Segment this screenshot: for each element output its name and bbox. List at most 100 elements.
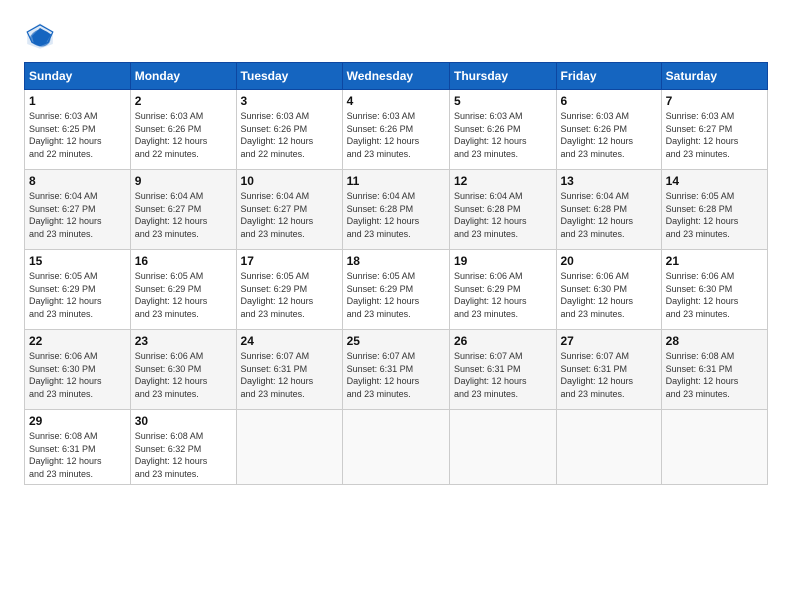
calendar-table: SundayMondayTuesdayWednesdayThursdayFrid… [24,62,768,485]
day-number: 18 [347,254,445,268]
day-number: 4 [347,94,445,108]
day-number: 27 [561,334,657,348]
day-number: 7 [666,94,763,108]
day-info: Sunrise: 6:08 AM Sunset: 6:32 PM Dayligh… [135,430,232,480]
weekday-sunday: Sunday [25,63,131,90]
day-number: 30 [135,414,232,428]
day-number: 17 [241,254,338,268]
calendar-cell [342,410,449,485]
day-info: Sunrise: 6:07 AM Sunset: 6:31 PM Dayligh… [241,350,338,400]
day-number: 14 [666,174,763,188]
calendar-cell: 22 Sunrise: 6:06 AM Sunset: 6:30 PM Dayli… [25,330,131,410]
day-info: Sunrise: 6:07 AM Sunset: 6:31 PM Dayligh… [454,350,552,400]
calendar-cell: 3 Sunrise: 6:03 AM Sunset: 6:26 PM Daylig… [236,90,342,170]
calendar-cell: 23Sunrise: 6:06 AM Sunset: 6:30 PM Dayli… [130,330,236,410]
day-info: Sunrise: 6:03 AM Sunset: 6:26 PM Dayligh… [454,110,552,160]
day-info: Sunrise: 6:06 AM Sunset: 6:30 PM Dayligh… [29,350,126,400]
calendar-cell: 20 Sunrise: 6:06 AM Sunset: 6:30 PM Dayli… [556,250,661,330]
day-number: 13 [561,174,657,188]
day-info: Sunrise: 6:07 AM Sunset: 6:31 PM Dayligh… [561,350,657,400]
day-info: Sunrise: 6:05 AM Sunset: 6:28 PM Dayligh… [666,190,763,240]
day-info: Sunrise: 6:05 AM Sunset: 6:29 PM Dayligh… [241,270,338,320]
day-number: 26 [454,334,552,348]
day-number: 8 [29,174,126,188]
day-number: 11 [347,174,445,188]
day-number: 2 [135,94,232,108]
day-number: 16 [135,254,232,268]
calendar-cell: 11 Sunrise: 6:04 AM Sunset: 6:28 PM Dayli… [342,170,449,250]
day-info: Sunrise: 6:04 AM Sunset: 6:28 PM Dayligh… [347,190,445,240]
day-number: 10 [241,174,338,188]
calendar-cell: 25 Sunrise: 6:07 AM Sunset: 6:31 PM Dayli… [342,330,449,410]
page: SundayMondayTuesdayWednesdayThursdayFrid… [0,0,792,612]
day-info: Sunrise: 6:06 AM Sunset: 6:30 PM Dayligh… [561,270,657,320]
calendar-cell [661,410,767,485]
day-info: Sunrise: 6:07 AM Sunset: 6:31 PM Dayligh… [347,350,445,400]
calendar-cell: 28 Sunrise: 6:08 AM Sunset: 6:31 PM Dayli… [661,330,767,410]
day-info: Sunrise: 6:03 AM Sunset: 6:25 PM Dayligh… [29,110,126,160]
day-number: 29 [29,414,126,428]
calendar-cell: 17 Sunrise: 6:05 AM Sunset: 6:29 PM Dayli… [236,250,342,330]
day-info: Sunrise: 6:03 AM Sunset: 6:26 PM Dayligh… [241,110,338,160]
calendar-cell: 18Sunrise: 6:05 AM Sunset: 6:29 PM Dayli… [342,250,449,330]
weekday-saturday: Saturday [661,63,767,90]
calendar-cell: 8 Sunrise: 6:04 AM Sunset: 6:27 PM Daylig… [25,170,131,250]
day-info: Sunrise: 6:06 AM Sunset: 6:29 PM Dayligh… [454,270,552,320]
calendar-cell: 5 Sunrise: 6:03 AM Sunset: 6:26 PM Daylig… [450,90,557,170]
weekday-friday: Friday [556,63,661,90]
day-number: 6 [561,94,657,108]
weekday-tuesday: Tuesday [236,63,342,90]
weekday-monday: Monday [130,63,236,90]
calendar-cell: 16 Sunrise: 6:05 AM Sunset: 6:29 PM Dayli… [130,250,236,330]
day-info: Sunrise: 6:04 AM Sunset: 6:28 PM Dayligh… [561,190,657,240]
day-info: Sunrise: 6:04 AM Sunset: 6:27 PM Dayligh… [29,190,126,240]
calendar-cell [236,410,342,485]
calendar-cell: 26 Sunrise: 6:07 AM Sunset: 6:31 PM Dayli… [450,330,557,410]
day-info: Sunrise: 6:03 AM Sunset: 6:27 PM Dayligh… [666,110,763,160]
day-number: 1 [29,94,126,108]
day-number: 20 [561,254,657,268]
calendar-cell: 9 Sunrise: 6:04 AM Sunset: 6:27 PM Daylig… [130,170,236,250]
day-info: Sunrise: 6:08 AM Sunset: 6:31 PM Dayligh… [666,350,763,400]
day-info: Sunrise: 6:05 AM Sunset: 6:29 PM Dayligh… [29,270,126,320]
calendar-cell: 24 Sunrise: 6:07 AM Sunset: 6:31 PM Dayli… [236,330,342,410]
day-number: 24 [241,334,338,348]
calendar-cell: 4 Sunrise: 6:03 AM Sunset: 6:26 PM Daylig… [342,90,449,170]
day-number: 23 [135,334,232,348]
header [24,20,768,52]
logo-icon [24,20,56,52]
day-info: Sunrise: 6:08 AM Sunset: 6:31 PM Dayligh… [29,430,126,480]
logo [24,20,62,52]
calendar-cell: 14 Sunrise: 6:05 AM Sunset: 6:28 PM Dayli… [661,170,767,250]
calendar-cell: 19 Sunrise: 6:06 AM Sunset: 6:29 PM Dayli… [450,250,557,330]
day-number: 21 [666,254,763,268]
calendar-cell [450,410,557,485]
calendar-cell: 6Sunrise: 6:03 AM Sunset: 6:26 PM Daylig… [556,90,661,170]
calendar-cell: 13 Sunrise: 6:04 AM Sunset: 6:28 PM Dayli… [556,170,661,250]
calendar-cell: 27 Sunrise: 6:07 AM Sunset: 6:31 PM Dayli… [556,330,661,410]
day-number: 12 [454,174,552,188]
calendar-cell: 12 Sunrise: 6:04 AM Sunset: 6:28 PM Dayli… [450,170,557,250]
calendar-cell: 21 Sunrise: 6:06 AM Sunset: 6:30 PM Dayli… [661,250,767,330]
day-info: Sunrise: 6:04 AM Sunset: 6:28 PM Dayligh… [454,190,552,240]
day-number: 3 [241,94,338,108]
weekday-header-row: SundayMondayTuesdayWednesdayThursdayFrid… [25,63,768,90]
calendar-cell: 30 Sunrise: 6:08 AM Sunset: 6:32 PM Dayli… [130,410,236,485]
day-info: Sunrise: 6:04 AM Sunset: 6:27 PM Dayligh… [135,190,232,240]
day-number: 9 [135,174,232,188]
day-info: Sunrise: 6:06 AM Sunset: 6:30 PM Dayligh… [666,270,763,320]
day-number: 19 [454,254,552,268]
day-number: 5 [454,94,552,108]
calendar-cell: 2 Sunrise: 6:03 AM Sunset: 6:26 PM Daylig… [130,90,236,170]
calendar-cell: 29 Sunrise: 6:08 AM Sunset: 6:31 PM Dayli… [25,410,131,485]
day-info: Sunrise: 6:05 AM Sunset: 6:29 PM Dayligh… [135,270,232,320]
calendar-cell: 7 Sunrise: 6:03 AM Sunset: 6:27 PM Daylig… [661,90,767,170]
day-info: Sunrise: 6:03 AM Sunset: 6:26 PM Dayligh… [347,110,445,160]
day-info: Sunrise: 6:03 AM Sunset: 6:26 PM Dayligh… [135,110,232,160]
day-number: 22 [29,334,126,348]
calendar-cell: 1 Sunrise: 6:03 AM Sunset: 6:25 PM Daylig… [25,90,131,170]
calendar-cell: 15Sunrise: 6:05 AM Sunset: 6:29 PM Dayli… [25,250,131,330]
day-number: 28 [666,334,763,348]
day-number: 25 [347,334,445,348]
weekday-thursday: Thursday [450,63,557,90]
